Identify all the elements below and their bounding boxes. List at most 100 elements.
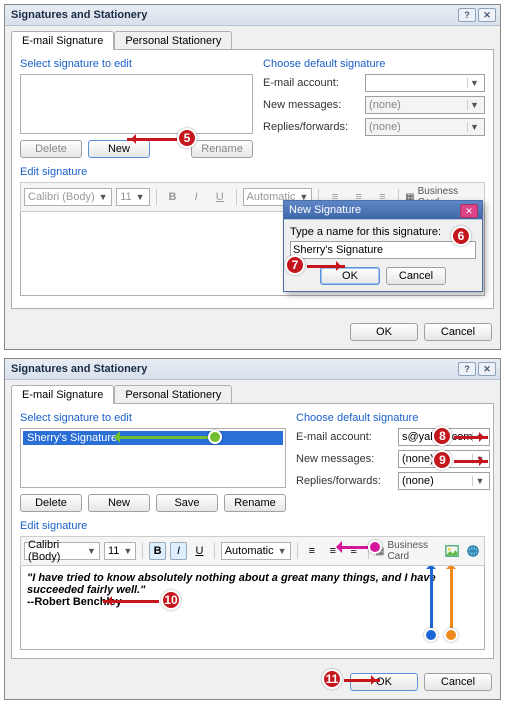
tab-personal-stationery[interactable]: Personal Stationery	[114, 31, 232, 50]
underline-button[interactable]: U	[210, 188, 230, 206]
inner-cancel-button[interactable]: Cancel	[386, 267, 446, 285]
tab-email-signature[interactable]: E-mail Signature	[11, 31, 114, 50]
callout-11: 11	[322, 669, 342, 689]
signatures-dialog-top: Signatures and Stationery ? ✕ E-mail Sig…	[4, 4, 501, 350]
dialog-footer: OK Cancel	[5, 315, 500, 349]
edit-signature-label: Edit signature	[20, 520, 485, 532]
new-signature-dialog: New Signature ✕ Type a name for this sig…	[283, 200, 483, 292]
align-right-button[interactable]: ≡	[345, 542, 362, 560]
ok-button[interactable]: OK	[350, 673, 418, 691]
color-combo[interactable]: Automatic▼	[221, 542, 291, 560]
signature-quote: "I have tried to know absolutely nothing…	[27, 572, 478, 596]
callout-11-arrow	[344, 679, 380, 682]
inner-title: New Signature	[289, 204, 361, 216]
inner-titlebar: New Signature ✕	[284, 201, 482, 220]
callout-orange-dot	[444, 628, 458, 642]
delete-button[interactable]: Delete	[20, 494, 82, 512]
callout-10-arrow	[103, 600, 159, 603]
bold-button[interactable]: B	[149, 542, 166, 560]
callout-6: 6	[451, 226, 471, 246]
signature-name-input[interactable]	[290, 241, 476, 259]
callout-green-arrow	[115, 436, 210, 439]
inner-prompt: Type a name for this signature:	[290, 226, 476, 238]
size-combo[interactable]: 11▼	[104, 542, 136, 560]
callout-magenta-dot	[368, 540, 382, 554]
italic-button[interactable]: I	[186, 188, 206, 206]
dialog-footer: OK Cancel 11	[5, 665, 500, 699]
signature-author: --Robert Benchley	[27, 596, 478, 608]
save-button[interactable]: Save	[156, 494, 218, 512]
dialog-title: Signatures and Stationery	[11, 363, 147, 375]
delete-button[interactable]: Delete	[20, 140, 82, 158]
new-messages-value: (none)	[369, 99, 401, 111]
email-account-label: E-mail account:	[263, 77, 359, 89]
signature-toolbar: Calibri (Body)▼ 11▼ B I U Automatic▼ ≡ ≡…	[20, 536, 485, 566]
callout-green-dot	[208, 430, 222, 444]
underline-button[interactable]: U	[191, 542, 208, 560]
callout-magenta-arrow	[340, 546, 368, 549]
signature-editor[interactable]: "I have tried to know absolutely nothing…	[20, 566, 485, 650]
ok-button[interactable]: OK	[350, 323, 418, 341]
new-messages-combo[interactable]: (none) ▼	[365, 96, 485, 114]
select-signature-label: Select signature to edit	[20, 58, 253, 70]
callout-10: 10	[161, 590, 181, 610]
align-left-button[interactable]: ≡	[303, 542, 320, 560]
business-card-button[interactable]: ▦ Business Card	[375, 540, 439, 562]
replies-label: Replies/forwards:	[296, 475, 392, 487]
chevron-down-icon: ▼	[467, 100, 481, 110]
new-messages-label: New messages:	[263, 99, 359, 111]
chevron-down-icon: ▼	[467, 122, 481, 132]
callout-magenta-arrowhead	[330, 541, 342, 553]
tab-panel: Select signature to edit Delete New Rena…	[11, 49, 494, 309]
callout-blue-dot	[424, 628, 438, 642]
rename-button[interactable]: Rename	[224, 494, 286, 512]
callout-7: 7	[285, 255, 305, 275]
callout-5-arrow	[127, 138, 177, 141]
new-messages-value: (none)	[402, 453, 434, 465]
tab-personal-stationery[interactable]: Personal Stationery	[114, 385, 232, 404]
globe-icon	[466, 544, 480, 558]
callout-8-arrow	[454, 436, 488, 439]
font-combo[interactable]: Calibri (Body)▼	[24, 188, 112, 206]
email-account-label: E-mail account:	[296, 431, 392, 443]
rename-button[interactable]: Rename	[191, 140, 253, 158]
cancel-button[interactable]: Cancel	[424, 323, 492, 341]
close-icon[interactable]: ✕	[478, 8, 496, 22]
replies-combo[interactable]: (none) ▼	[398, 472, 490, 490]
select-signature-label: Select signature to edit	[20, 412, 286, 424]
callout-orange-arrow	[450, 566, 453, 628]
callout-green-arrowhead	[108, 431, 120, 443]
font-combo[interactable]: Calibri (Body)▼	[24, 542, 100, 560]
hyperlink-button[interactable]	[464, 542, 481, 560]
tab-panel: Select signature to edit Sherry's Signat…	[11, 403, 494, 659]
callout-blue-arrow	[430, 566, 433, 628]
help-icon[interactable]: ?	[458, 8, 476, 22]
new-messages-label: New messages:	[296, 453, 392, 465]
picture-icon	[445, 544, 459, 558]
email-account-combo[interactable]: ▼	[365, 74, 485, 92]
replies-value: (none)	[369, 121, 401, 133]
signature-list[interactable]	[20, 74, 253, 134]
callout-9-arrow	[454, 460, 488, 463]
new-button[interactable]: New	[88, 494, 150, 512]
new-button[interactable]: New	[88, 140, 150, 158]
titlebar: Signatures and Stationery ? ✕	[5, 5, 500, 26]
edit-signature-label: Edit signature	[20, 166, 485, 178]
inner-close-icon[interactable]: ✕	[460, 204, 478, 218]
italic-button[interactable]: I	[170, 542, 187, 560]
choose-default-label: Choose default signature	[296, 412, 490, 424]
bold-button[interactable]: B	[163, 188, 183, 206]
callout-7-arrow	[307, 265, 345, 268]
replies-combo[interactable]: (none) ▼	[365, 118, 485, 136]
signatures-dialog-bottom: Signatures and Stationery ? ✕ E-mail Sig…	[4, 358, 501, 700]
cancel-button[interactable]: Cancel	[424, 673, 492, 691]
chevron-down-icon: ▼	[467, 78, 481, 88]
picture-button[interactable]	[443, 542, 460, 560]
tab-email-signature[interactable]: E-mail Signature	[11, 385, 114, 404]
close-icon[interactable]: ✕	[478, 362, 496, 376]
size-combo[interactable]: 11▼	[116, 188, 149, 206]
replies-value: (none)	[402, 475, 434, 487]
help-icon[interactable]: ?	[458, 362, 476, 376]
callout-5: 5	[177, 128, 197, 148]
inner-ok-button[interactable]: OK	[320, 267, 380, 285]
